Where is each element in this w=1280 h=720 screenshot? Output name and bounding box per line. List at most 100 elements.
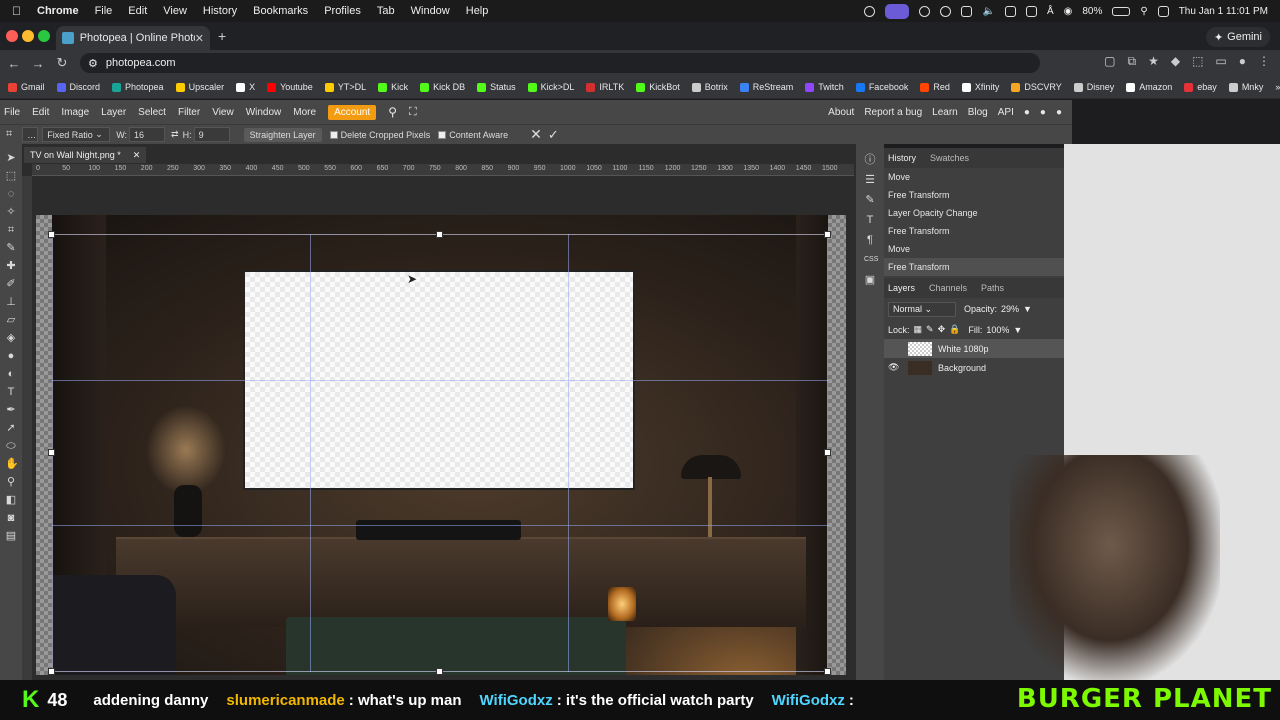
twitter-icon[interactable]: ● bbox=[1040, 107, 1046, 118]
os-menu-app[interactable]: Chrome bbox=[37, 5, 79, 17]
bookmark-item[interactable]: Kick DB bbox=[420, 82, 465, 92]
marquee-tool-icon[interactable]: ⬚ bbox=[5, 170, 17, 182]
delete-cropped-checkbox[interactable]: Delete Cropped Pixels bbox=[329, 130, 430, 140]
crop-handle[interactable] bbox=[48, 668, 55, 675]
install-icon[interactable]: ⧉ bbox=[1127, 54, 1136, 69]
eyedropper-tool-icon[interactable]: ✎ bbox=[5, 242, 17, 254]
screen-share-icon[interactable] bbox=[885, 3, 910, 19]
bookmark-item[interactable]: Facebook bbox=[855, 82, 908, 92]
bookmark-item[interactable]: Botrix bbox=[691, 82, 728, 92]
height-input[interactable]: 9 bbox=[193, 127, 230, 142]
eye-icon[interactable]: 👁 bbox=[888, 362, 902, 373]
sidepanel-icon[interactable]: ▭ bbox=[1215, 54, 1226, 69]
page-icon[interactable]: ▢ bbox=[1104, 54, 1115, 69]
horizontal-ruler[interactable]: 0 50 100 150 200 250 300 350 400 450 500 550 600 650 7… bbox=[32, 164, 854, 176]
menu-layer[interactable]: Layer bbox=[101, 107, 126, 118]
history-item[interactable]: Free Transform bbox=[884, 186, 1064, 204]
tab-channels[interactable]: Channels bbox=[929, 283, 967, 293]
search-icon[interactable]: ⚲ bbox=[388, 105, 397, 119]
bookmark-item[interactable]: Twitch bbox=[805, 82, 844, 92]
os-menu-history[interactable]: History bbox=[203, 5, 237, 17]
bookmark-item[interactable]: Amazon bbox=[1126, 82, 1172, 92]
crop-handle[interactable] bbox=[824, 449, 831, 456]
forward-icon[interactable]: → bbox=[26, 56, 50, 71]
bookmark-item[interactable]: IRLTK bbox=[586, 82, 624, 92]
extensions-puzzle-icon[interactable]: ⬚ bbox=[1192, 54, 1203, 69]
os-menu-tab[interactable]: Tab bbox=[377, 5, 395, 17]
sync-icon[interactable] bbox=[864, 5, 876, 17]
menu-window[interactable]: Window bbox=[246, 107, 282, 118]
menu-select[interactable]: Select bbox=[138, 107, 166, 118]
crop-handle[interactable] bbox=[48, 449, 55, 456]
keyboard-icon[interactable] bbox=[1004, 5, 1016, 17]
vertical-ruler[interactable] bbox=[22, 176, 32, 680]
reddit-icon[interactable]: ● bbox=[1024, 107, 1030, 118]
bookmarks-overflow-icon[interactable]: » bbox=[1275, 82, 1280, 92]
bookmark-item[interactable]: Red bbox=[920, 82, 950, 92]
link-about[interactable]: About bbox=[828, 107, 854, 118]
eraser-tool-icon[interactable]: ▱ bbox=[5, 314, 17, 326]
bookmark-item[interactable]: Disney bbox=[1073, 82, 1114, 92]
ratio-mode-select[interactable]: Fixed Ratio ⌄ bbox=[42, 127, 111, 142]
bookmark-item[interactable]: Gmail bbox=[8, 82, 45, 92]
display-icon[interactable] bbox=[961, 5, 973, 17]
dodge-tool-icon[interactable]: ◐ bbox=[5, 368, 17, 380]
bookmark-item[interactable]: YT>DL bbox=[324, 82, 366, 92]
os-menu-profiles[interactable]: Profiles bbox=[324, 5, 361, 17]
menu-file[interactable]: File bbox=[4, 107, 20, 118]
fill-input[interactable]: 100% bbox=[986, 325, 1009, 335]
crop-handle[interactable] bbox=[436, 668, 443, 675]
account-button[interactable]: Account bbox=[328, 104, 377, 120]
quick-mask-icon[interactable]: ◙ bbox=[5, 512, 17, 524]
hand-tool-icon[interactable]: ✋ bbox=[5, 458, 19, 470]
bookmark-item[interactable]: Kick bbox=[378, 82, 408, 92]
properties-icon[interactable]: ☰ bbox=[864, 174, 876, 186]
crop-tool-icon[interactable]: ⌗ bbox=[5, 224, 17, 236]
paragraph-icon[interactable]: ¶ bbox=[864, 234, 876, 246]
width-input[interactable]: 16 bbox=[129, 127, 166, 142]
straighten-layer-button[interactable]: Straighten Layer bbox=[243, 127, 322, 142]
history-item[interactable]: Move bbox=[884, 240, 1064, 258]
paint-bucket-tool-icon[interactable]: ◈ bbox=[5, 332, 17, 344]
lasso-tool-icon[interactable]: ◌ bbox=[5, 188, 17, 200]
bluetooth-icon[interactable]: Å bbox=[1047, 6, 1054, 17]
menu-view[interactable]: View bbox=[212, 107, 234, 118]
blend-mode-select[interactable]: Normal ⌄ bbox=[888, 301, 956, 317]
screen-mode-icon[interactable]: ▤ bbox=[5, 530, 17, 542]
link-report-bug[interactable]: Report a bug bbox=[864, 107, 922, 118]
window-zoom-button[interactable] bbox=[38, 30, 50, 42]
tab-paths[interactable]: Paths bbox=[981, 283, 1004, 293]
os-menu-file[interactable]: File bbox=[95, 5, 113, 17]
lock-all-icon[interactable]: 🔒 bbox=[949, 324, 960, 335]
clone-stamp-tool-icon[interactable]: ⊥ bbox=[5, 296, 17, 308]
fullscreen-icon[interactable]: ⛶ bbox=[409, 106, 417, 119]
extension-icon[interactable]: ◆ bbox=[1171, 54, 1180, 69]
menu-image[interactable]: Image bbox=[61, 107, 89, 118]
document-tab[interactable]: TV on Wall Night.png * ✕ bbox=[24, 147, 147, 163]
menu-edit[interactable]: Edit bbox=[32, 107, 49, 118]
link-blog[interactable]: Blog bbox=[968, 107, 988, 118]
zoom-tool-icon[interactable]: ⚲ bbox=[5, 476, 17, 488]
tab-history[interactable]: History bbox=[888, 153, 916, 163]
back-icon[interactable]: ← bbox=[2, 56, 26, 71]
wifi-icon[interactable]: ◉ bbox=[1064, 6, 1073, 17]
opacity-input[interactable]: 29% bbox=[1001, 304, 1019, 314]
battery-icon[interactable] bbox=[1112, 6, 1131, 16]
volume-icon[interactable]: 🔈 bbox=[982, 6, 994, 17]
tab-layers[interactable]: Layers bbox=[888, 283, 915, 293]
gemini-button[interactable]: ✦ Gemini bbox=[1205, 27, 1270, 47]
layer-row[interactable]: White 1080p bbox=[884, 339, 1064, 358]
browser-tab[interactable]: Photopea | Online Photo Edit ✕ bbox=[56, 26, 210, 50]
magic-wand-tool-icon[interactable]: ✧ bbox=[5, 206, 17, 218]
history-item[interactable]: Layer Opacity Change bbox=[884, 204, 1064, 222]
link-api[interactable]: API bbox=[998, 107, 1014, 118]
bookmark-item[interactable]: ReStream bbox=[739, 82, 793, 92]
facebook-icon[interactable]: ● bbox=[1056, 107, 1062, 118]
tab-swatches[interactable]: Swatches bbox=[930, 153, 969, 163]
healing-tool-icon[interactable]: ✚ bbox=[5, 260, 17, 272]
menu-filter[interactable]: Filter bbox=[178, 107, 200, 118]
os-menu-edit[interactable]: Edit bbox=[128, 5, 147, 17]
move-tool-icon[interactable]: ➤ bbox=[5, 152, 17, 164]
brush-settings-icon[interactable]: ✎ bbox=[864, 194, 876, 206]
bookmark-item[interactable]: Mnky bbox=[1228, 82, 1263, 92]
